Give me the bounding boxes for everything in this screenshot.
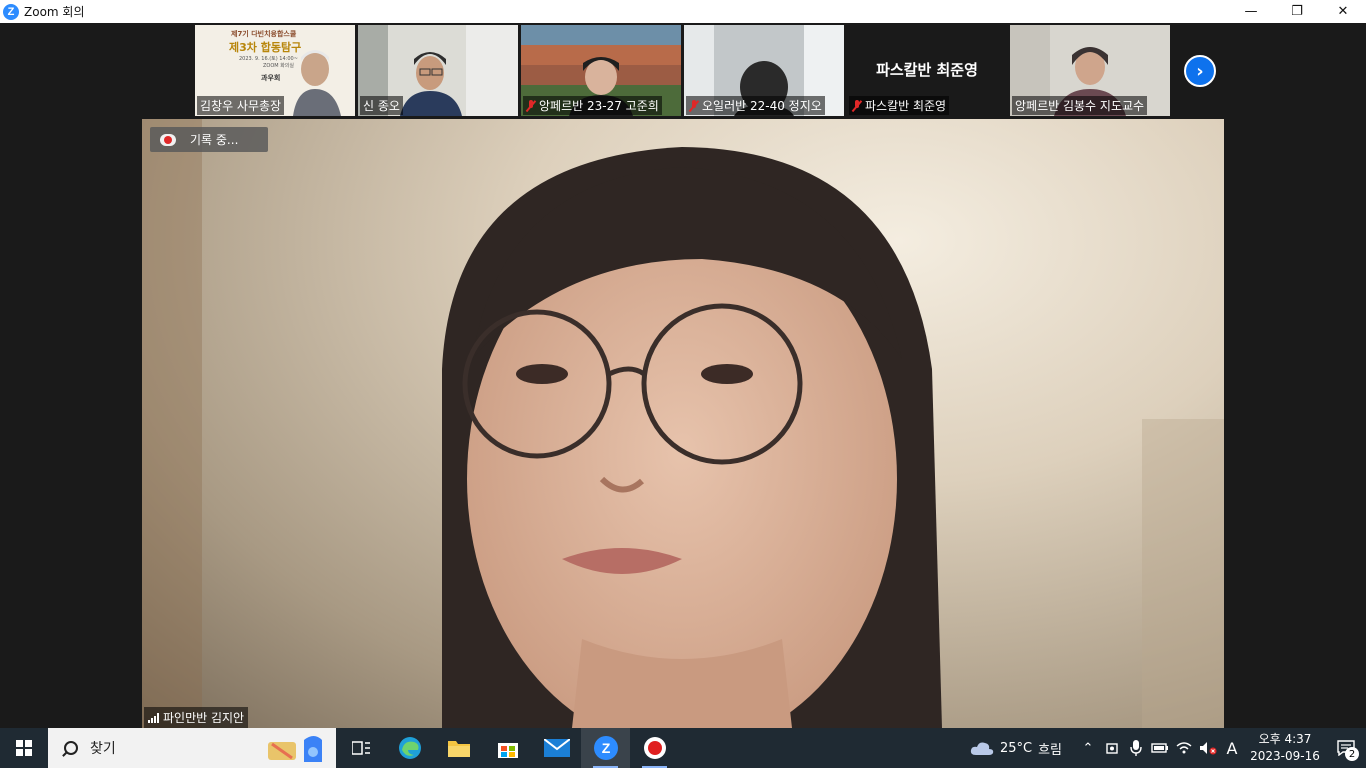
poster-line: ZOOM 화의실 bbox=[263, 63, 295, 69]
participant-name-label: 파스칼반 최준영 bbox=[849, 96, 950, 115]
microsoft-store-button[interactable] bbox=[483, 728, 532, 768]
speaker-image bbox=[142, 119, 1224, 728]
poster-line: 제7기 다빈치융합스쿨 bbox=[231, 30, 297, 38]
chevron-up-icon: ⌃ bbox=[1082, 740, 1094, 756]
folder-icon bbox=[447, 741, 470, 757]
weather-widget[interactable]: 25°C 흐림 bbox=[970, 739, 1062, 758]
participant-tile[interactable]: 제7기 다빈치융합스쿨 제3차 합동탐구 2023. 9. 16.(토) 14:… bbox=[195, 25, 355, 116]
participant-strip: 제7기 다빈치융합스쿨 제3차 합동탐구 2023. 9. 16.(토) 14:… bbox=[195, 25, 1170, 116]
battery-icon bbox=[1151, 743, 1168, 753]
participant-name-label: 오일러반 22-40 정지오 bbox=[686, 96, 825, 115]
signal-strength-icon bbox=[148, 712, 159, 723]
edge-icon bbox=[398, 737, 421, 759]
volume-button[interactable] bbox=[1196, 728, 1220, 768]
meet-now-button[interactable] bbox=[1100, 728, 1124, 768]
active-speaker-video[interactable]: 기록 중... 파인만반 김지안 bbox=[142, 119, 1224, 728]
weather-temperature: 25°C bbox=[999, 740, 1033, 756]
camera-icon bbox=[1106, 743, 1118, 754]
muted-mic-icon bbox=[852, 99, 862, 112]
file-explorer-button[interactable] bbox=[434, 728, 483, 768]
close-button[interactable]: ✕ bbox=[1320, 0, 1366, 23]
chevron-right-icon: › bbox=[1196, 60, 1204, 82]
next-participants-button[interactable]: › bbox=[1184, 55, 1216, 87]
poster-line: 제3차 합동탐구 bbox=[229, 41, 302, 54]
zoom-logo-icon: Z bbox=[3, 3, 19, 20]
svg-text:Z: Z bbox=[601, 740, 610, 756]
weather-condition: 흐림 bbox=[1038, 742, 1062, 758]
participant-name-label: 김창우 사무총장 bbox=[197, 96, 285, 115]
mail-button[interactable] bbox=[532, 728, 581, 768]
window-title: Zoom 회의 bbox=[24, 5, 85, 19]
show-hidden-icons-button[interactable]: ⌃ bbox=[1076, 728, 1100, 768]
edge-browser-button[interactable] bbox=[385, 728, 434, 768]
recording-label: 기록 중... bbox=[190, 133, 239, 147]
participant-name-label: 신 종오 bbox=[360, 96, 403, 115]
wifi-button[interactable] bbox=[1172, 728, 1196, 768]
meeting-stage: 제7기 다빈치융합스쿨 제3차 합동탐구 2023. 9. 16.(토) 14:… bbox=[0, 23, 1366, 728]
task-view-icon bbox=[351, 741, 370, 755]
participant-tile[interactable]: 오일러반 22-40 정지오 bbox=[684, 25, 844, 116]
participant-tile[interactable]: 앙페르반 23-27 고준희 bbox=[521, 25, 681, 116]
system-tray: 25°C 흐림 ⌃ A 오후 4:37 2023-09-16 2 bbox=[970, 728, 1366, 768]
mail-icon bbox=[543, 739, 570, 757]
search-placeholder: 찾기 bbox=[90, 741, 116, 757]
battery-button[interactable] bbox=[1148, 728, 1172, 768]
recording-indicator[interactable]: 기록 중... bbox=[150, 127, 268, 152]
clock[interactable]: 오후 4:37 2023-09-16 bbox=[1248, 731, 1322, 765]
cloud-icon bbox=[970, 742, 994, 755]
poster-line: 과우회 bbox=[261, 74, 281, 82]
volume-muted-icon bbox=[1200, 742, 1217, 755]
zoom-icon: Z bbox=[593, 736, 618, 760]
muted-mic-icon bbox=[689, 99, 699, 112]
search-icon bbox=[64, 741, 78, 755]
poster-line: 2023. 9. 16.(토) 14:00~ bbox=[239, 56, 298, 62]
muted-mic-icon bbox=[526, 99, 536, 112]
minimize-button[interactable]: — bbox=[1228, 0, 1274, 23]
microphone-button[interactable] bbox=[1124, 728, 1148, 768]
title-bar: Z Zoom 회의 — ❐ ✕ bbox=[0, 0, 1366, 23]
participant-tile[interactable]: 신 종오 bbox=[358, 25, 518, 116]
start-button[interactable] bbox=[0, 728, 48, 768]
participant-tile[interactable]: 파스칼반 최준영 파스칼반 최준영 bbox=[847, 25, 1007, 116]
microphone-icon bbox=[1130, 740, 1142, 756]
record-icon bbox=[643, 737, 666, 759]
speaker-name-label: 파인만반 김지안 bbox=[144, 707, 249, 728]
cloud-recording-icon bbox=[160, 133, 176, 146]
clock-time: 오후 4:37 bbox=[1258, 732, 1312, 746]
ime-indicator[interactable]: A bbox=[1220, 728, 1244, 768]
participant-display-name: 파스칼반 최준영 bbox=[876, 61, 978, 79]
participant-name-label: 앙페르반 김봉수 지도교수 bbox=[1012, 96, 1148, 115]
clock-date: 2023-09-16 bbox=[1250, 749, 1320, 763]
search-highlight-icon bbox=[268, 736, 322, 762]
notifications-button[interactable]: 2 bbox=[1326, 728, 1366, 768]
person-silhouette bbox=[293, 50, 341, 116]
taskbar-search[interactable]: 찾기 bbox=[48, 728, 336, 768]
zoom-taskbar-button[interactable]: Z bbox=[581, 728, 630, 768]
windows-taskbar: 찾기 Z 25°C 흐림 ⌃ A 오후 4:37 2023-09-16 2 bbox=[0, 728, 1366, 768]
wifi-icon bbox=[1176, 742, 1192, 754]
windows-logo-icon bbox=[16, 740, 32, 756]
notification-count-badge: 2 bbox=[1345, 747, 1359, 761]
participant-tile[interactable]: 앙페르반 김봉수 지도교수 bbox=[1010, 25, 1170, 116]
recorder-taskbar-button[interactable] bbox=[630, 728, 679, 768]
store-icon bbox=[497, 743, 518, 758]
restore-button[interactable]: ❐ bbox=[1274, 0, 1320, 23]
task-view-button[interactable] bbox=[336, 728, 385, 768]
window-controls: — ❐ ✕ bbox=[1228, 0, 1366, 23]
participant-name-label: 앙페르반 23-27 고준희 bbox=[523, 96, 662, 115]
